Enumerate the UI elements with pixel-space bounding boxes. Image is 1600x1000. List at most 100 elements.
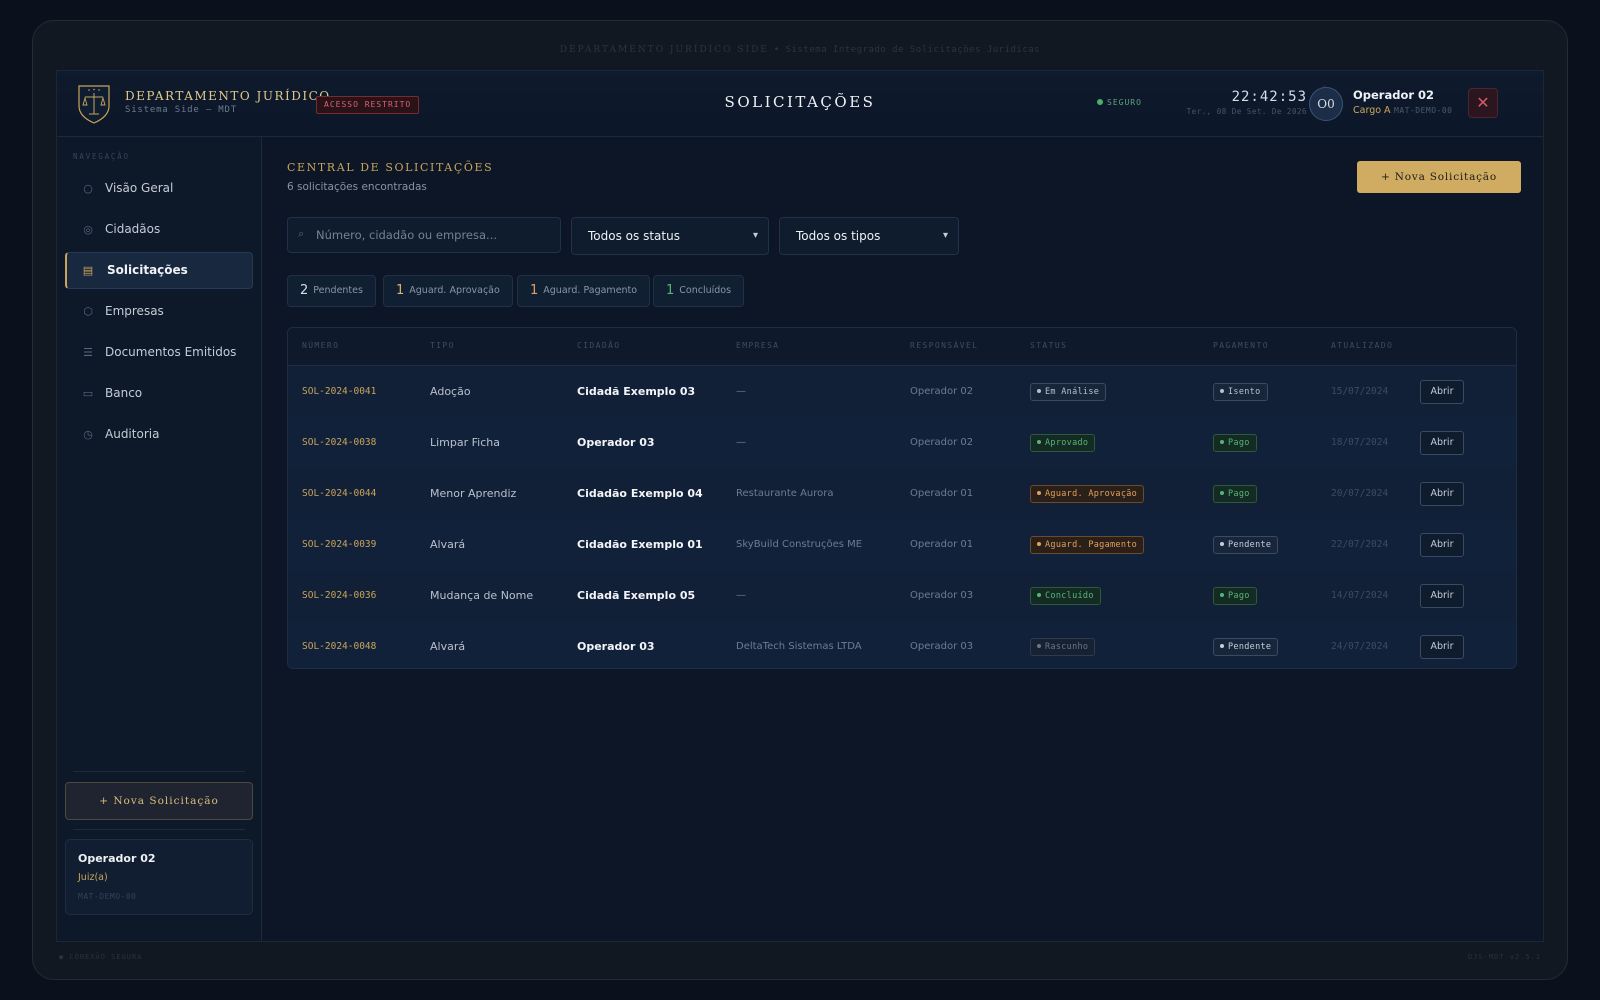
cell-empresa: DeltaTech Sistemas LTDA (736, 641, 862, 652)
cell-empresa: — (736, 590, 746, 601)
sidebar-item-cidadaos[interactable]: ◎ Cidadãos (65, 211, 253, 248)
current-date: Ter., 08 De Set. De 2026 (1186, 107, 1307, 116)
payment-dot-icon (1220, 389, 1224, 393)
sidebar-user-card: Operador 02 Juiz(a) MAT-DEMO-00 (65, 839, 253, 915)
status-text: Rascunho (1045, 642, 1089, 652)
search-box: ⌕ (287, 217, 561, 253)
payment-badge: Pago (1213, 485, 1257, 503)
frame-title: DEPARTAMENTO JURÍDICO SIDE • Sistema Int… (33, 45, 1567, 55)
status-badge: Em Análise (1030, 383, 1107, 401)
table-row[interactable]: SOL-2024-0048 Alvará Operador 03 DeltaTech … (288, 621, 1516, 668)
cell-atualizado: 24/07/2024 (1331, 641, 1389, 652)
status-filter-select[interactable]: Todos os status ▾ (571, 217, 769, 255)
chip-count: 1 (666, 283, 675, 298)
cell-tipo: Menor Aprendiz (430, 487, 517, 500)
cell-numero: SOL-2024-0038 (302, 437, 377, 448)
cell-atualizado: 20/07/2024 (1331, 488, 1389, 499)
payment-text: Pago (1228, 489, 1250, 499)
table-row[interactable]: SOL-2024-0038 Limpar Ficha Operador 03 — Ope… (288, 417, 1516, 468)
chip-count: 2 (300, 283, 309, 298)
chip-concluidos[interactable]: 1 Concluídos (653, 275, 745, 307)
chip-count: 1 (530, 283, 539, 298)
sidebar-item-solicitacoes[interactable]: ▤ Solicitações (65, 252, 253, 289)
column-header-pagamento: PAGAMENTO (1213, 341, 1269, 350)
cell-responsavel: Operador 02 (910, 386, 974, 397)
payment-badge: Isento (1213, 383, 1268, 401)
requests-table: NÚMERO TIPO CIDADÃO EMPRESA RESPONSÁVEL … (287, 327, 1517, 669)
building-icon: ⬡ (83, 305, 93, 318)
payment-badge: Pendente (1213, 536, 1279, 554)
open-button[interactable]: Abrir (1420, 380, 1464, 404)
cell-empresa: — (736, 437, 746, 448)
chevron-down-icon: ▾ (942, 230, 948, 241)
lines-icon: ☰ (83, 346, 93, 359)
search-input[interactable] (316, 218, 556, 252)
payment-dot-icon (1220, 644, 1224, 648)
payment-text: Pendente (1228, 642, 1272, 652)
avatar[interactable]: O0 (1309, 87, 1343, 121)
table-row[interactable]: SOL-2024-0039 Alvará Cidadão Exemplo 01 Sky… (288, 519, 1516, 570)
cell-cidadao: Cidadão Exemplo 04 (577, 487, 703, 500)
person-icon: ◎ (83, 223, 93, 236)
cell-cidadao: Cidadã Exemplo 03 (577, 385, 696, 398)
sidebar-item-empresas[interactable]: ⬡ Empresas (65, 293, 253, 330)
column-header-status: STATUS (1030, 341, 1068, 350)
status-dot-icon (1037, 644, 1041, 648)
status-dot-icon (1037, 389, 1041, 393)
close-button[interactable]: ✕ (1468, 88, 1498, 118)
cell-cidadao: Cidadão Exemplo 01 (577, 538, 703, 551)
open-button[interactable]: Abrir (1420, 533, 1464, 557)
status-dot-icon (1037, 440, 1041, 444)
status-text: Aprovado (1045, 438, 1089, 448)
secure-label: SEGURO (1107, 98, 1142, 107)
open-button[interactable]: Abrir (1420, 431, 1464, 455)
status-text: Aguard. Aprovação (1045, 489, 1138, 499)
cell-empresa: — (736, 386, 746, 397)
type-filter-select[interactable]: Todos os tipos ▾ (779, 217, 959, 255)
cell-numero: SOL-2024-0048 (302, 641, 377, 652)
payment-badge: Pendente (1213, 638, 1279, 656)
sidebar-item-visao-geral[interactable]: ○ Visão Geral (65, 170, 253, 207)
chip-label: Aguard. Aprovação (409, 285, 500, 296)
payment-badge: Pago (1213, 587, 1257, 605)
frame-subtitle-text: • Sistema Integrado de Solicitações Jurí… (773, 45, 1041, 55)
new-request-button[interactable]: + Nova Solicitação (1357, 161, 1521, 193)
sidebar-new-request-button[interactable]: + Nova Solicitação (65, 782, 253, 820)
type-filter-value: Todos os tipos (796, 229, 881, 243)
chip-aguard-pagamento[interactable]: 1 Aguard. Pagamento (517, 275, 651, 307)
sidebar-item-auditoria[interactable]: ◷ Auditoria (65, 416, 253, 453)
cell-numero: SOL-2024-0039 (302, 539, 377, 550)
chip-label: Aguard. Pagamento (543, 285, 638, 296)
cell-empresa: SkyBuild Construções ME (736, 539, 863, 550)
header-user-role: Cargo A (1353, 105, 1391, 116)
sidebar-item-banco[interactable]: ▭ Banco (65, 375, 253, 412)
cell-cidadao: Cidadã Exemplo 05 (577, 589, 696, 602)
sidebar-divider (73, 829, 245, 830)
cell-atualizado: 14/07/2024 (1331, 590, 1389, 601)
open-button[interactable]: Abrir (1420, 584, 1464, 608)
chip-pendentes[interactable]: 2 Pendentes (287, 275, 376, 307)
table-row[interactable]: SOL-2024-0044 Menor Aprendiz Cidadão Exemp… (288, 468, 1516, 519)
cell-numero: SOL-2024-0044 (302, 488, 377, 499)
sidebar-item-documentos[interactable]: ☰ Documentos Emitidos (65, 334, 253, 371)
cell-tipo: Alvará (430, 640, 466, 653)
payment-dot-icon (1220, 491, 1224, 495)
table-header: NÚMERO TIPO CIDADÃO EMPRESA RESPONSÁVEL … (288, 328, 1516, 366)
cell-responsavel: Operador 03 (910, 641, 974, 652)
results-count: 6 solicitações encontradas (287, 181, 427, 193)
cell-cidadao: Operador 03 (577, 436, 655, 449)
status-badge: Aguard. Aprovação (1030, 485, 1145, 503)
cell-numero: SOL-2024-0036 (302, 590, 377, 601)
table-row[interactable]: SOL-2024-0041 Adoção Cidadã Exemplo 03 — Ope… (288, 366, 1516, 417)
open-button[interactable]: Abrir (1420, 635, 1464, 659)
cell-tipo: Alvará (430, 538, 466, 551)
card-icon: ▭ (82, 387, 94, 400)
cell-responsavel: Operador 02 (910, 437, 974, 448)
status-text: Em Análise (1045, 387, 1100, 397)
nav-caption: NAVEGAÇÃO (73, 152, 130, 161)
chip-aguard-aprovacao[interactable]: 1 Aguard. Aprovação (383, 275, 513, 307)
table-row[interactable]: SOL-2024-0036 Mudança de Nome Cidadã Exemp… (288, 570, 1516, 621)
open-button[interactable]: Abrir (1420, 482, 1464, 506)
cell-empresa: Restaurante Aurora (736, 488, 834, 499)
app-screen: DEPARTAMENTO JURÍDICO Sistema Side — MDT… (56, 70, 1544, 942)
